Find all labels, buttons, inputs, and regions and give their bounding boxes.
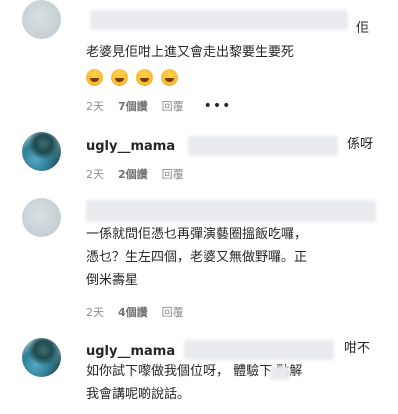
avatar[interactable]: [22, 132, 61, 171]
comment-text-line1: 佢: [356, 21, 370, 36]
comment-meta: 2天 7個讚 回覆 •••: [86, 98, 245, 114]
comment-text: 係呀: [347, 137, 374, 152]
grinning-squinting-tears-icon: [86, 69, 103, 86]
username[interactable]: ugly__mama: [86, 139, 175, 154]
comment-text-line2: 老婆見佢咁上進又會走出黎要生要死: [86, 45, 295, 60]
more-options-icon[interactable]: •••: [204, 98, 232, 114]
redacted-text: [184, 340, 334, 360]
avatar[interactable]: [22, 0, 61, 39]
likes-count[interactable]: 2個讚: [118, 166, 148, 182]
avatar[interactable]: [22, 198, 61, 237]
likes-count[interactable]: 4個讚: [118, 304, 148, 320]
comment-meta: 2天 2個讚 回覆: [86, 166, 198, 182]
grinning-squinting-tears-icon: [161, 69, 179, 86]
timestamp: 2天: [86, 306, 104, 319]
reply-button[interactable]: 回覆: [162, 166, 184, 182]
timestamp: 2天: [86, 100, 104, 113]
comment-text-line1: 咁不: [344, 341, 371, 356]
avatar[interactable]: [22, 338, 61, 377]
emoji-row: [86, 68, 181, 87]
grinning-squinting-tears-icon: [111, 69, 129, 86]
grinning-squinting-tears-icon: [136, 69, 154, 86]
likes-count[interactable]: 7個讚: [118, 98, 148, 114]
comment-text-line3: 我會講呢啲說話。: [86, 387, 191, 402]
comment-text-line1: 一係就問佢憑乜再彈演藝圈搵飯吃囉，: [86, 227, 308, 242]
reply-button[interactable]: 回覆: [162, 304, 184, 320]
redacted-text: [86, 200, 376, 222]
redacted-text: [270, 366, 290, 380]
username[interactable]: ugly__mama: [86, 344, 175, 359]
comment-meta: 2天 4個讚 回覆: [86, 304, 198, 320]
comment-text-line2: 憑乜？生左四個，老婆又無做野囉。正: [86, 250, 308, 265]
timestamp: 2天: [86, 168, 104, 181]
comment-text-line3: 倒米壽星: [86, 273, 139, 288]
redacted-text: [90, 10, 348, 30]
reply-button[interactable]: 回覆: [162, 98, 184, 114]
redacted-text: [188, 136, 338, 156]
